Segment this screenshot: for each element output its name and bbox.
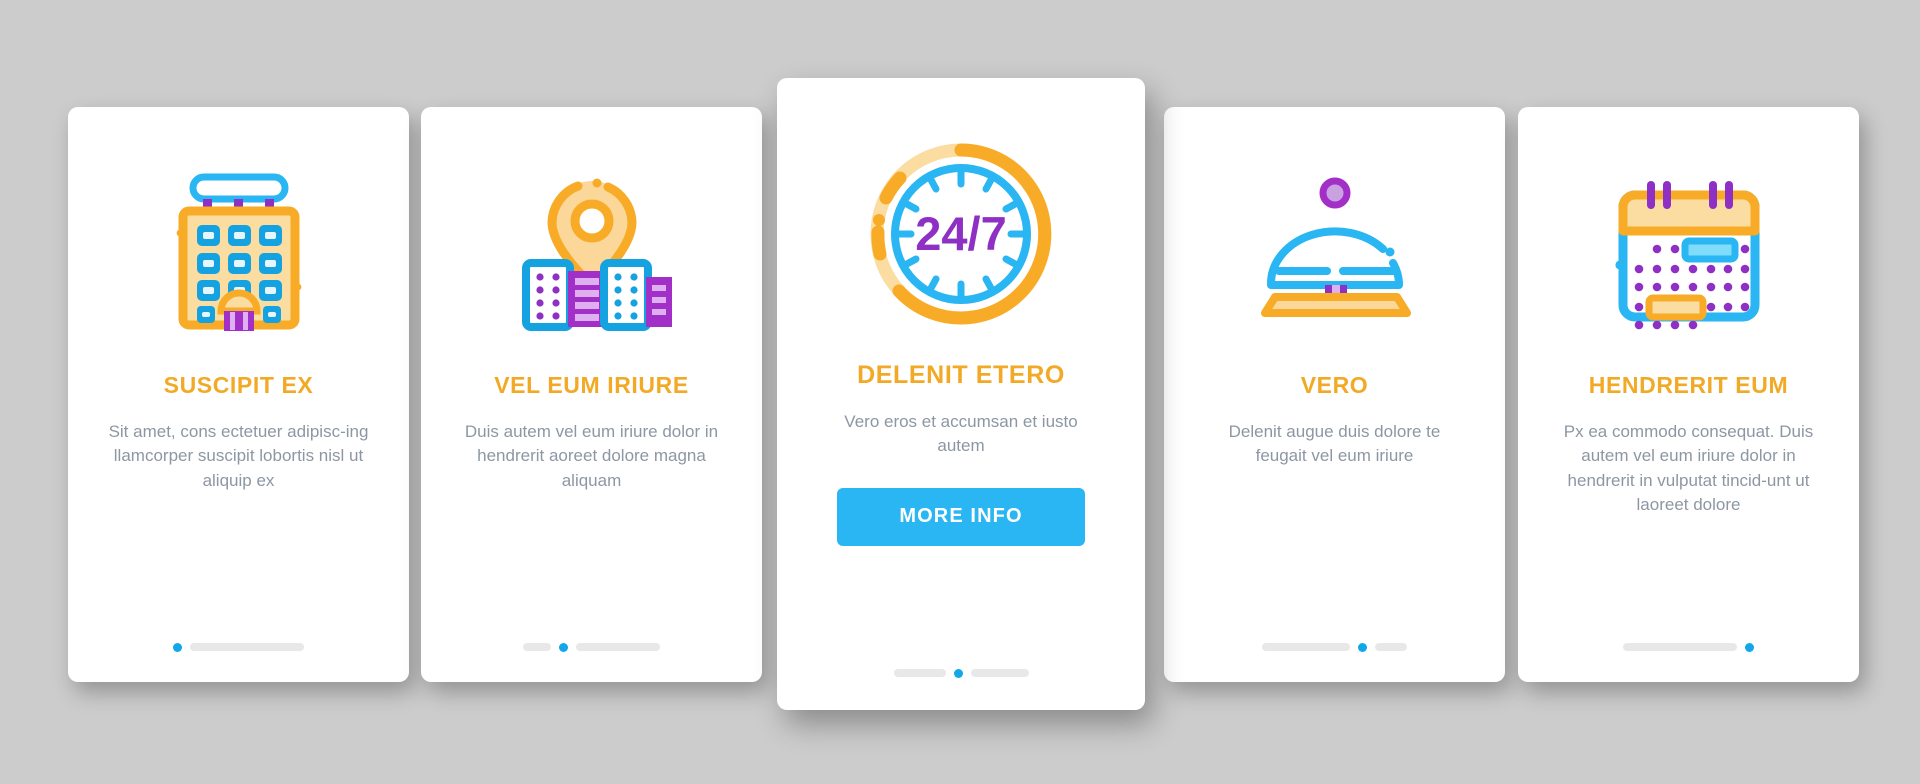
onboarding-card-delenit-etero[interactable]: 24/7 DELENIT ETERO Vero eros et accumsan… — [777, 78, 1145, 710]
card-title: SUSCIPIT EX — [163, 372, 314, 398]
pagination-dot-active[interactable] — [559, 642, 568, 652]
onboarding-card-hendrerit-eum[interactable]: HENDRERIT EUM Px ea commodo consequat. D… — [1518, 107, 1859, 682]
pagination-bar[interactable] — [190, 643, 304, 651]
card-title: HENDRERIT EUM — [1588, 372, 1789, 398]
clock-24-7-icon: 24/7 — [851, 124, 1071, 344]
pagination-bar[interactable] — [523, 643, 551, 651]
pagination-bar[interactable] — [1262, 643, 1350, 651]
onboarding-screens-stage: SUSCIPIT EX Sit amet, cons ectetuer adip… — [0, 0, 1920, 784]
card-title: VERO — [1300, 372, 1369, 398]
onboarding-card-suscipit-ex[interactable]: SUSCIPIT EX Sit amet, cons ectetuer adip… — [68, 107, 409, 682]
card-description: Px ea commodo consequat. Duis autem vel … — [1563, 422, 1814, 514]
onboarding-card-vel-eum-iriure[interactable]: VEL EUM IRIURE Duis autem vel eum iriure… — [421, 107, 762, 682]
pagination-bar[interactable] — [576, 643, 660, 651]
hotel-building-icon — [139, 149, 339, 349]
calendar-icon — [1589, 149, 1789, 349]
pagination-indicator[interactable] — [68, 642, 409, 652]
pagination-indicator[interactable] — [1518, 642, 1859, 652]
pagination-bar[interactable] — [970, 669, 1029, 677]
pagination-dot-active[interactable] — [1745, 642, 1754, 652]
map-pin-city-icon — [492, 149, 692, 349]
pagination-dot-active[interactable] — [1358, 642, 1367, 652]
pagination-bar[interactable] — [1375, 643, 1407, 651]
pagination-dot-active[interactable] — [173, 642, 182, 652]
card-title: VEL EUM IRIURE — [494, 372, 689, 398]
more-info-button[interactable]: MORE INFO — [837, 487, 1085, 546]
svg-text:24/7: 24/7 — [915, 207, 1006, 260]
pagination-dot-active[interactable] — [953, 668, 963, 678]
service-bell-icon — [1235, 149, 1435, 349]
card-description: Vero eros et accumsan et iusto autem — [844, 411, 1078, 455]
card-description: Delenit augue duis dolore te feugait vel… — [1228, 422, 1441, 466]
card-description: Sit amet, cons ectetuer adipisc-ing llam… — [108, 422, 369, 490]
pagination-indicator[interactable] — [421, 642, 762, 652]
card-description: Duis autem vel eum iriure dolor in hendr… — [464, 422, 719, 490]
card-title: DELENIT ETERO — [857, 361, 1065, 389]
pagination-bar[interactable] — [1623, 643, 1737, 651]
pagination-indicator[interactable] — [777, 668, 1145, 678]
onboarding-card-vero[interactable]: VERO Delenit augue duis dolore te feugai… — [1164, 107, 1505, 682]
pagination-bar[interactable] — [893, 669, 946, 677]
pagination-indicator[interactable] — [1164, 642, 1505, 652]
